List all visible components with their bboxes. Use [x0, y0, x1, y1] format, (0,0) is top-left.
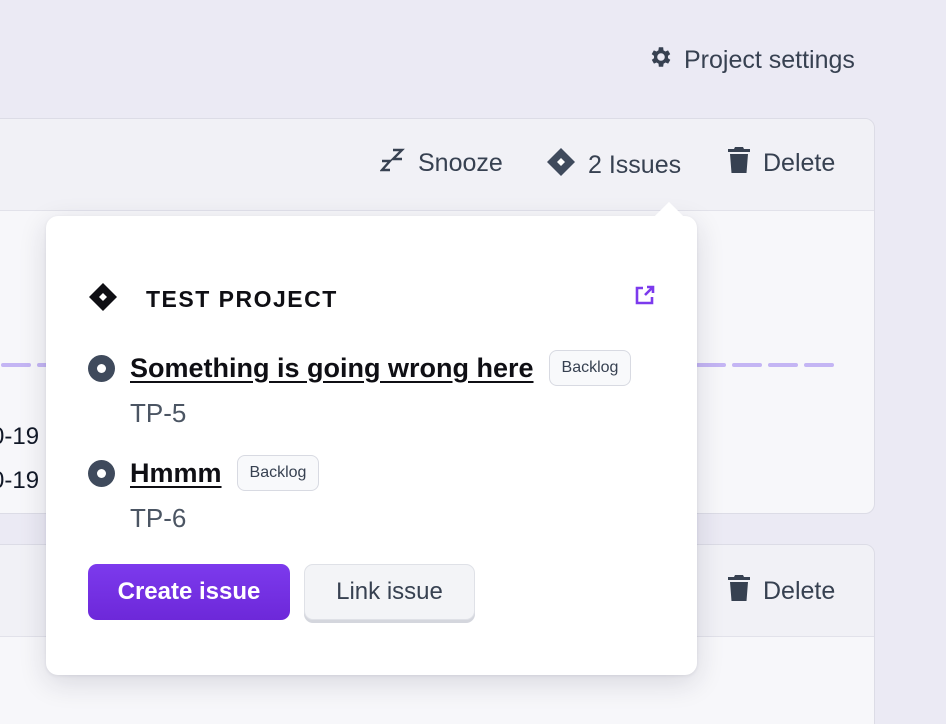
project-diamond-icon — [546, 147, 576, 184]
date-fragment: 0-19 — [0, 423, 40, 450]
status-icon — [88, 459, 115, 487]
alert-card-header: Snooze 2 Issues Delete — [0, 119, 874, 211]
snooze-label: Snooze — [418, 149, 503, 177]
issue-title-link[interactable]: Hmmm — [130, 458, 222, 489]
project-diamond-icon — [88, 282, 118, 317]
popover-header: TEST PROJECT — [88, 282, 338, 317]
external-link-icon[interactable] — [634, 284, 656, 311]
project-name: TEST PROJECT — [146, 286, 338, 312]
project-settings-link[interactable]: Project settings — [648, 44, 855, 77]
project-settings-label: Project settings — [684, 46, 855, 74]
gear-icon — [648, 44, 674, 77]
date-fragment: 0-19 — [0, 467, 40, 494]
linked-issues-popover: TEST PROJECT Something is going wrong he… — [46, 201, 697, 675]
issue-key: TP-6 — [130, 503, 187, 533]
issue-title-link[interactable]: Something is going wrong here — [130, 353, 534, 384]
issue-item: Something is going wrong here Backlog TP… — [88, 350, 632, 429]
status-badge: Backlog — [236, 455, 320, 491]
delete-button[interactable]: Delete — [727, 575, 835, 608]
issues-button[interactable]: 2 Issues — [546, 147, 681, 184]
issues-label: 2 Issues — [588, 151, 682, 179]
timeline-bar-right — [696, 354, 840, 367]
trash-icon — [727, 575, 751, 608]
status-icon — [88, 354, 115, 382]
create-issue-button[interactable]: Create issue — [88, 564, 290, 620]
link-issue-button[interactable]: Link issue — [304, 564, 475, 620]
delete-button[interactable]: Delete — [727, 147, 835, 180]
snooze-icon — [379, 147, 406, 180]
delete-label: Delete — [763, 149, 836, 177]
trash-icon — [727, 147, 751, 180]
issue-key: TP-5 — [130, 398, 187, 428]
issue-item: Hmmm Backlog TP-6 — [88, 455, 320, 534]
delete-label: Delete — [763, 577, 836, 605]
status-badge: Backlog — [548, 350, 632, 386]
snooze-button[interactable]: Snooze — [379, 147, 503, 180]
